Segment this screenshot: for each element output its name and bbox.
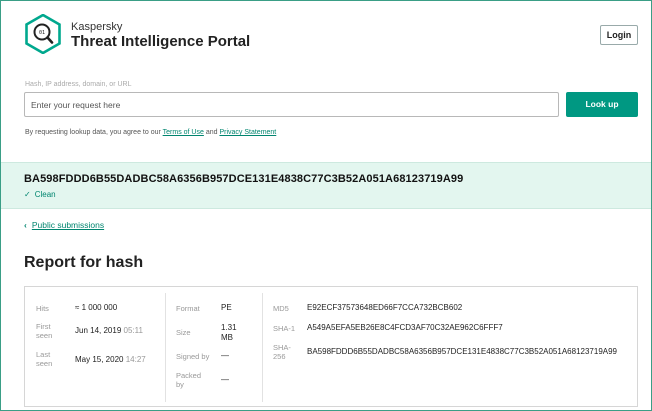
signed-by-value: — [221, 351, 229, 360]
signed-by-label: Signed by [176, 352, 210, 361]
chevron-left-icon: ‹ [24, 220, 27, 230]
result-banner: BA598FDDD6B55DADBC58A6356B957DCE131E4838… [1, 162, 651, 209]
public-submissions-link[interactable]: ‹ Public submissions [24, 220, 104, 230]
search-label: Hash, IP address, domain, or URL [25, 81, 132, 88]
hash-title: BA598FDDD6B55DADBC58A6356B957DCE131E4838… [24, 173, 464, 185]
report-title: Report for hash [24, 254, 144, 271]
size-value: 1.31 MB [221, 323, 237, 342]
terms-of-use-link[interactable]: Terms of Use [163, 129, 204, 136]
last-seen-value: May 15, 2020 14:27 [75, 355, 146, 364]
checkmark-icon: ✓ [24, 190, 31, 199]
column-divider [262, 293, 263, 402]
sha256-value: BA598FDDD6B55DADBC58A6356B957DCE131E4838… [307, 347, 617, 356]
first-seen-label: First seen [36, 322, 53, 340]
brand-name: Kaspersky [71, 21, 123, 33]
packed-by-label: Packed by [176, 371, 202, 389]
format-label: Format [176, 304, 200, 313]
hits-value: ≈ 1 000 000 [75, 303, 118, 312]
size-label: Size [176, 328, 191, 337]
look-up-button[interactable]: Look up [566, 92, 638, 117]
kaspersky-ktip-logo-icon[interactable]: 01 [23, 14, 63, 54]
md5-value: E92ECF37573648ED66F7CCA732BCB602 [307, 303, 463, 312]
sha256-label: SHA-256 [273, 343, 291, 361]
packed-by-value: — [221, 375, 229, 384]
status-badge: ✓ Clean [24, 190, 56, 199]
product-name: Threat Intelligence Portal [71, 33, 251, 50]
terms-notice: By requesting lookup data, you agree to … [25, 129, 277, 136]
svg-text:01: 01 [39, 30, 45, 36]
report-card: Hits ≈ 1 000 000 First seen Jun 14, 2019… [24, 286, 638, 407]
header: 01 Kaspersky Threat Intelligence Portal … [1, 1, 651, 73]
privacy-statement-link[interactable]: Privacy Statement [219, 129, 276, 136]
login-button[interactable]: Login [600, 25, 638, 45]
status-text: Clean [34, 190, 56, 199]
last-seen-label: Last seen [36, 350, 53, 368]
sha1-value: A549A5EFA5EB26E8C4FCD3AF70C32AE962C6FFF7 [307, 323, 503, 332]
column-divider [165, 293, 166, 402]
format-value: PE [221, 303, 232, 312]
search-input[interactable] [24, 92, 559, 117]
sha1-label: SHA-1 [273, 324, 296, 333]
md5-label: MD5 [273, 304, 289, 313]
first-seen-value: Jun 14, 2019 05:11 [75, 326, 143, 335]
hits-label: Hits [36, 304, 49, 313]
